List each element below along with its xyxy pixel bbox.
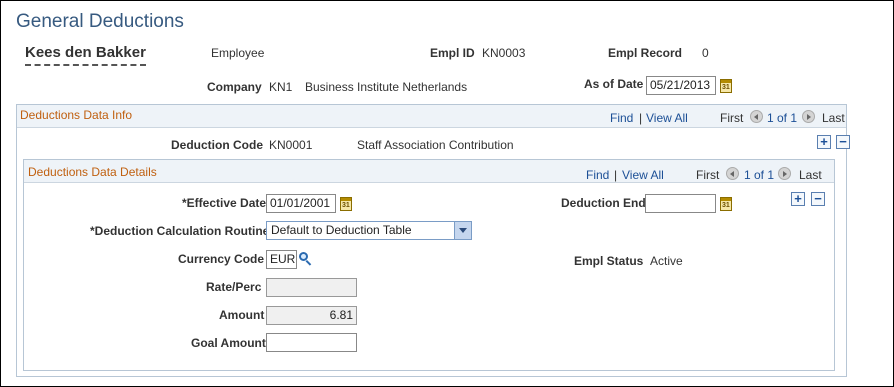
previous-arrow-icon[interactable]: [750, 110, 763, 123]
rate-perc-label: Rate/Perc: [206, 280, 262, 294]
goal-amount-input[interactable]: [266, 333, 357, 352]
calendar-day-label: 31: [342, 202, 350, 209]
view-all-link[interactable]: View All: [622, 168, 664, 182]
deductions-data-info-title: Deductions Data Info: [20, 108, 133, 122]
deduction-code-value: KN0001: [269, 138, 313, 152]
as-of-date-label: As of Date: [584, 77, 644, 91]
calendar-icon[interactable]: 31: [720, 197, 732, 211]
add-row-button[interactable]: +: [791, 192, 805, 206]
row-count: 1 of 1: [767, 111, 798, 125]
first-label: First: [720, 111, 744, 125]
calendar-icon[interactable]: 31: [720, 79, 732, 93]
empl-id-label: Empl ID: [430, 46, 475, 60]
view-all-link[interactable]: View All: [646, 111, 688, 125]
empl-status-label: Empl Status: [574, 254, 644, 268]
effective-date-input[interactable]: 01/01/2001: [266, 194, 336, 213]
delete-row-button[interactable]: −: [811, 192, 825, 206]
deduction-end-input[interactable]: [645, 194, 716, 213]
rate-perc-field: [266, 278, 357, 297]
amount-label: Amount: [219, 308, 265, 322]
calc-routine-label: *Deduction Calculation Routine: [90, 224, 270, 238]
add-row-button[interactable]: +: [817, 135, 831, 149]
employee-name: Kees den Bakker: [25, 44, 146, 66]
last-label: Last: [822, 111, 845, 125]
effective-date-label: *Effective Date: [182, 196, 267, 210]
nav-separator: |: [614, 168, 618, 182]
find-link[interactable]: Find: [586, 168, 609, 182]
company-label: Company: [207, 80, 262, 94]
goal-amount-label: Goal Amount: [191, 336, 266, 350]
next-arrow-icon[interactable]: [778, 167, 791, 180]
calendar-day-label: 31: [722, 84, 730, 91]
deduction-end-label: Deduction End: [561, 196, 646, 210]
find-link[interactable]: Find: [610, 111, 633, 125]
currency-code-label: Currency Code: [178, 252, 265, 266]
calc-routine-select[interactable]: Default to Deduction Table: [266, 221, 472, 240]
company-code: KN1: [269, 80, 293, 94]
deductions-data-details-section: [23, 159, 835, 371]
empl-status-value: Active: [650, 254, 683, 268]
calc-routine-value: Default to Deduction Table: [271, 223, 412, 237]
previous-arrow-icon[interactable]: [726, 167, 739, 180]
magnifier-handle: [305, 260, 312, 266]
chevron-down-icon[interactable]: [454, 222, 471, 239]
amount-field: 6.81: [266, 306, 357, 325]
last-label: Last: [799, 168, 822, 182]
empl-record-value: 0: [702, 46, 709, 60]
row-count: 1 of 1: [744, 168, 775, 182]
magnifier-icon[interactable]: [299, 252, 313, 266]
calendar-icon[interactable]: 31: [340, 197, 352, 211]
first-label: First: [696, 168, 720, 182]
deduction-description: Staff Association Contribution: [357, 138, 514, 152]
nav-separator: |: [639, 111, 643, 125]
next-arrow-icon[interactable]: [802, 110, 815, 123]
delete-row-button[interactable]: −: [836, 135, 850, 149]
calendar-day-label: 31: [722, 202, 730, 209]
empl-id-value: KN0003: [482, 46, 526, 60]
page-title: General Deductions: [16, 11, 184, 32]
empl-record-label: Empl Record: [608, 46, 683, 60]
currency-code-input[interactable]: EUR: [266, 250, 297, 269]
deduction-code-label: Deduction Code: [171, 138, 263, 152]
deductions-data-details-title: Deductions Data Details: [28, 165, 157, 179]
as-of-date-input[interactable]: 05/21/2013: [646, 76, 716, 95]
employee-role: Employee: [211, 46, 265, 60]
company-name: Business Institute Netherlands: [305, 80, 468, 94]
